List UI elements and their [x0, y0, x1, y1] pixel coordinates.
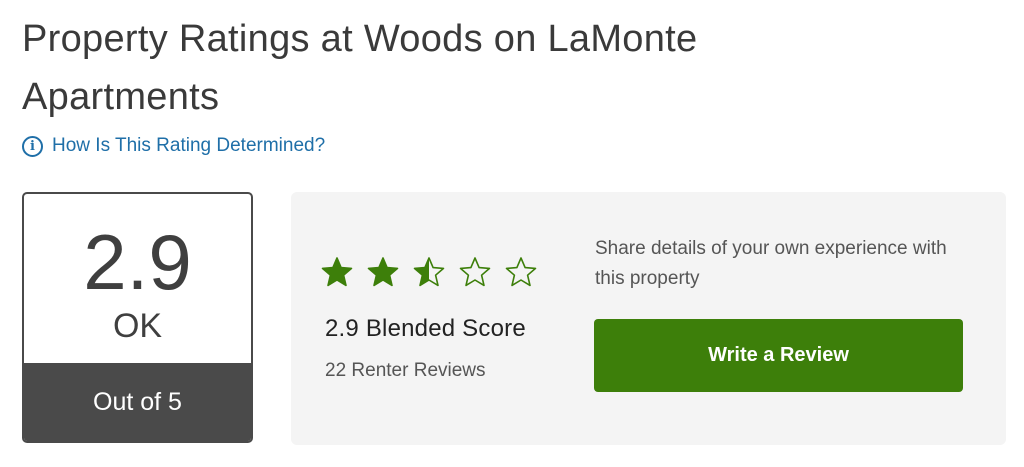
rating-info-link[interactable]: i How Is This Rating Determined? [22, 134, 325, 158]
property-ratings-section: Property Ratings at Woods on LaMonte Apa… [0, 0, 1024, 467]
star-empty-icon [459, 256, 491, 288]
score-summary-card: 2.9 OK Out of 5 [22, 192, 253, 443]
blended-score-label: 2.9 Blended Score [325, 315, 526, 342]
score-scale-label: Out of 5 [24, 363, 251, 441]
score-rating-word: OK [112, 307, 163, 345]
overall-score: 2.9 [83, 218, 192, 306]
rating-detail-panel: 2.9 Blended Score 22 Renter Reviews Shar… [291, 192, 1006, 445]
star-rating [321, 256, 537, 288]
info-circle-icon: i [22, 135, 43, 157]
star-half-icon [413, 256, 445, 288]
page-title: Property Ratings at Woods on LaMonte Apa… [22, 18, 698, 118]
star-full-icon [321, 256, 353, 288]
share-experience-text: Share details of your own experience wit… [595, 238, 947, 289]
rating-info-link-label: How Is This Rating Determined? [52, 135, 326, 156]
write-review-button[interactable]: Write a Review [594, 319, 963, 392]
star-empty-icon [505, 256, 537, 288]
star-full-icon [367, 256, 399, 288]
renter-review-count: 22 Renter Reviews [325, 360, 486, 381]
